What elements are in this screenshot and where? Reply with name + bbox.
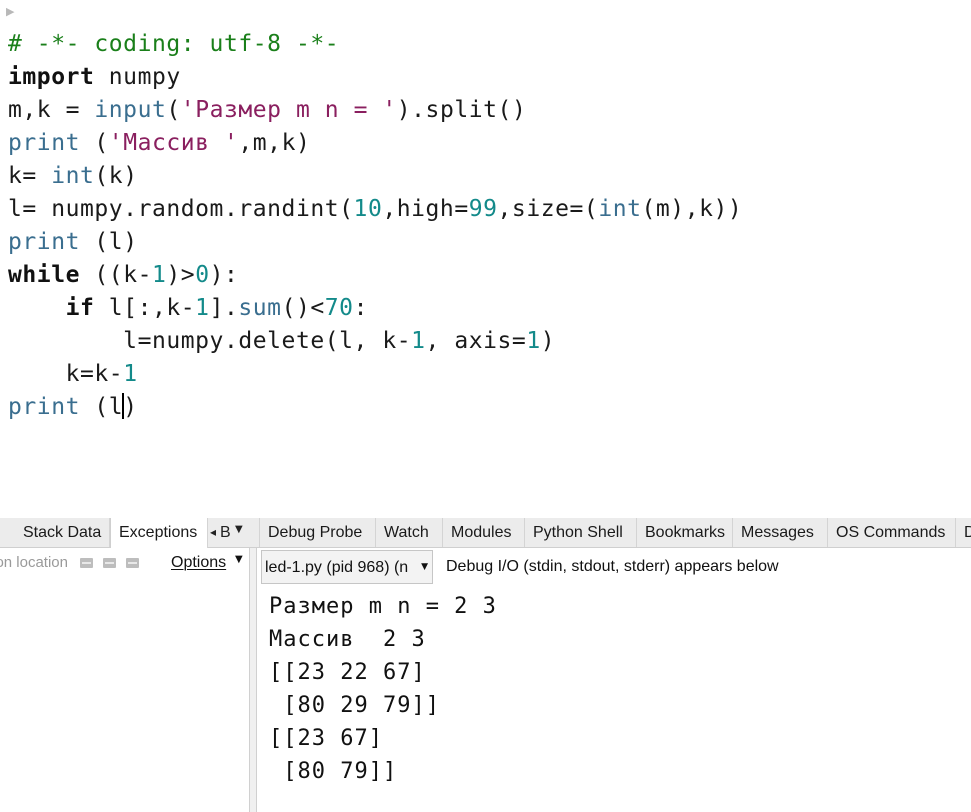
code-line[interactable]: import numpy [8, 61, 742, 94]
code-token: )> [166, 262, 196, 288]
code-token: 0 [195, 262, 210, 288]
code-token: 1 [152, 262, 167, 288]
code-token: l[:,k- [94, 295, 196, 321]
code-token: 1 [411, 328, 426, 354]
tab-os-commands[interactable]: OS Commands [828, 518, 956, 547]
fold-marker-icon[interactable]: ▶ [6, 5, 14, 18]
code-token: (l) [80, 229, 138, 255]
exceptions-panel: Ignore this exception location Options ▼ [0, 548, 249, 812]
code-token: if [65, 295, 95, 321]
output-line: Массив 2 3 [269, 627, 426, 652]
code-token: (k) [94, 163, 138, 189]
code-token: ( [80, 130, 109, 156]
code-line[interactable]: while ((k-1)>0): [8, 259, 742, 292]
debug-io-panel: led-1.py (pid 968) (n ▼ Debug I/O (stdin… [257, 548, 971, 812]
tab-bookmarks[interactable]: Bookmarks [637, 518, 733, 547]
tab-messages[interactable]: Messages [733, 518, 828, 547]
code-token: import [8, 64, 95, 90]
code-token: 1 [195, 295, 210, 321]
code-token: k=k- [8, 361, 124, 387]
process-select[interactable]: led-1.py (pid 968) (n ▼ [261, 550, 433, 584]
code-token: numpy [94, 64, 181, 90]
code-line[interactable]: k=k-1 [8, 358, 742, 391]
code-token: ): [209, 262, 239, 288]
code-token: print [8, 229, 80, 255]
code-line[interactable]: # -*- coding: utf-8 -*- [8, 28, 742, 61]
tab-stack-data[interactable]: Stack Data [15, 518, 110, 547]
code-token: print [8, 394, 80, 420]
output-line: [80 29 79]] [269, 693, 440, 718]
code-token: ) [123, 394, 138, 420]
code-line[interactable]: print (l) [8, 226, 742, 259]
output-line: Размер m n = 2 3 [269, 594, 497, 619]
code-token: 'Размер m n = ' [180, 97, 397, 123]
code-token: m,k = [8, 97, 95, 123]
code-token: (m),k)) [641, 196, 743, 222]
code-token: ,high= [382, 196, 469, 222]
code-lines[interactable]: # -*- coding: utf-8 -*- import numpy m,k =… [8, 28, 742, 424]
options-menu-button[interactable]: Options [171, 554, 226, 572]
tab-modules[interactable]: Modules [443, 518, 525, 547]
ignore-exception-checkbox-label[interactable]: Ignore this exception location [0, 554, 68, 571]
code-token: 1 [526, 328, 541, 354]
code-token: ((k- [80, 262, 152, 288]
code-line[interactable]: k= int(k) [8, 160, 742, 193]
list-icon[interactable] [126, 558, 139, 568]
code-token: ,m,k) [238, 130, 311, 156]
tool-tab-bar: Stack Data Exceptions ◂ B ▼ Debug Probe W… [0, 518, 971, 548]
code-token: ( [166, 97, 181, 123]
code-token: ]. [209, 295, 239, 321]
tab-scroll-left-icon[interactable]: ◂ [210, 518, 216, 547]
code-token: 1 [123, 361, 138, 387]
code-token: , axis= [425, 328, 527, 354]
debug-io-output[interactable]: Размер m n = 2 3 Массив 2 3 [[23 22 67] [8… [269, 590, 497, 788]
chevron-down-icon: ▼ [421, 562, 428, 572]
code-line[interactable]: if l[:,k-1].sum()<70: [8, 292, 742, 325]
process-select-value: led-1.py (pid 968) (n [265, 559, 409, 576]
code-token: input [94, 97, 167, 123]
code-token: 10 [353, 196, 383, 222]
chevron-down-icon[interactable]: ▼ [235, 554, 243, 565]
code-token: int [598, 196, 642, 222]
output-line: [80 79]] [269, 759, 398, 784]
code-line[interactable]: print (l) [8, 391, 742, 424]
code-token: ,size=( [497, 196, 599, 222]
code-token: ).split() [396, 97, 527, 123]
code-token: k= [8, 163, 52, 189]
code-line[interactable]: l= numpy.random.randint(10,high=99,size=… [8, 193, 742, 226]
code-token: sum [238, 295, 282, 321]
code-token: ()< [281, 295, 325, 321]
code-line[interactable]: m,k = input('Размер m n = ').split() [8, 94, 742, 127]
code-token: l=numpy.delete(l, k- [8, 328, 412, 354]
debug-io-note: Debug I/O (stdin, stdout, stderr) appear… [446, 558, 779, 575]
code-line[interactable]: print ('Массив ',m,k) [8, 127, 742, 160]
code-token: 'Массив ' [108, 130, 239, 156]
tab-overflow-label: B [220, 524, 231, 541]
tab-d[interactable]: D [956, 518, 971, 547]
code-token: print [8, 130, 80, 156]
output-line: [[23 22 67] [269, 660, 426, 685]
tab-debug-probe[interactable]: Debug Probe [259, 518, 376, 547]
code-token: l= numpy.random.randint( [8, 196, 354, 222]
code-token: ) [540, 328, 556, 354]
list-icon[interactable] [103, 558, 116, 568]
code-token: int [51, 163, 95, 189]
panel-splitter[interactable] [249, 548, 257, 812]
tab-menu-icon[interactable]: ▼ [235, 515, 243, 544]
code-token: (l [80, 394, 124, 420]
tab-watch[interactable]: Watch [376, 518, 443, 547]
code-token: : [353, 295, 368, 321]
code-token: # -*- coding: utf-8 -*- [8, 31, 340, 57]
code-token: while [8, 262, 80, 288]
tab-python-shell[interactable]: Python Shell [525, 518, 637, 547]
list-icon[interactable] [80, 558, 93, 568]
code-token: 70 [324, 295, 354, 321]
code-editor[interactable]: ▶ # -*- coding: utf-8 -*- import numpy m,k… [0, 0, 971, 512]
code-token: 99 [468, 196, 498, 222]
tab-exceptions[interactable]: Exceptions [110, 518, 208, 548]
code-line[interactable]: l=numpy.delete(l, k-1, axis=1) [8, 325, 742, 358]
output-line: [[23 67] [269, 726, 383, 751]
